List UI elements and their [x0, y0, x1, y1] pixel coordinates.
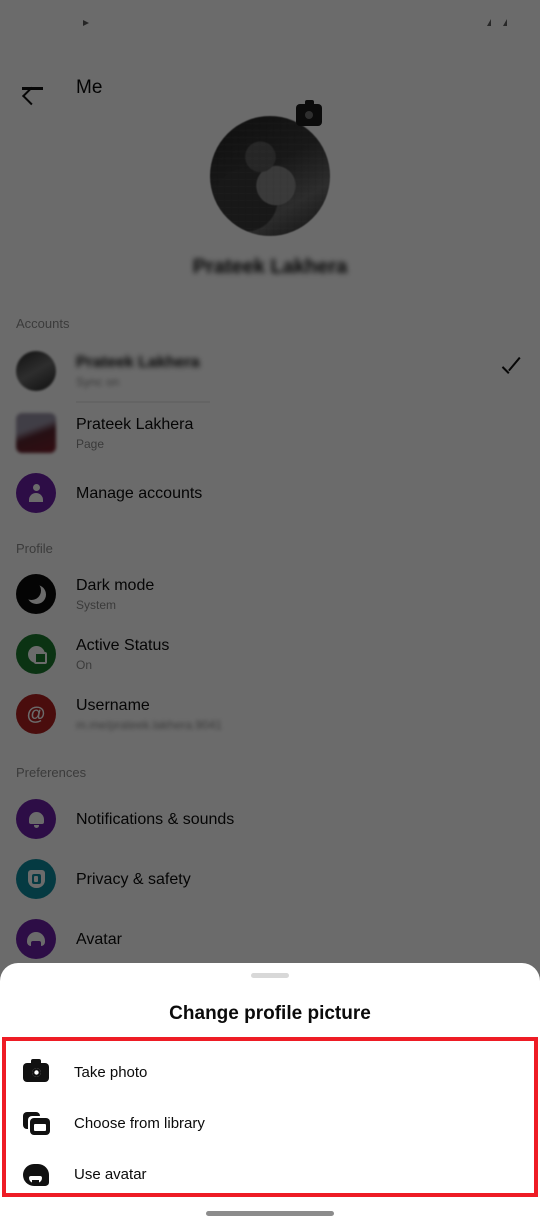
- drag-handle[interactable]: [251, 973, 289, 978]
- choose-from-library-option[interactable]: Choose from library: [0, 1098, 540, 1149]
- use-avatar-option[interactable]: Use avatar: [0, 1149, 540, 1200]
- photo-library-icon: [22, 1110, 50, 1138]
- camera-icon: [22, 1059, 50, 1087]
- sheet-title: Change profile picture: [169, 1003, 371, 1024]
- choose-from-library-label: Choose from library: [74, 1115, 205, 1132]
- take-photo-option[interactable]: Take photo: [0, 1047, 540, 1098]
- avatar-icon: [22, 1161, 50, 1189]
- phone-screen: 9:36 TII VoLTE LTE LTE+: [0, 0, 540, 1230]
- change-profile-picture-sheet: Change profile picture Take photo Choose…: [0, 963, 540, 1230]
- sheet-options-list: Take photo Choose from library Use avata…: [0, 1047, 540, 1200]
- use-avatar-label: Use avatar: [74, 1166, 147, 1183]
- navigation-bar: [0, 1197, 540, 1230]
- take-photo-label: Take photo: [74, 1064, 148, 1081]
- home-gesture-pill[interactable]: [206, 1211, 334, 1216]
